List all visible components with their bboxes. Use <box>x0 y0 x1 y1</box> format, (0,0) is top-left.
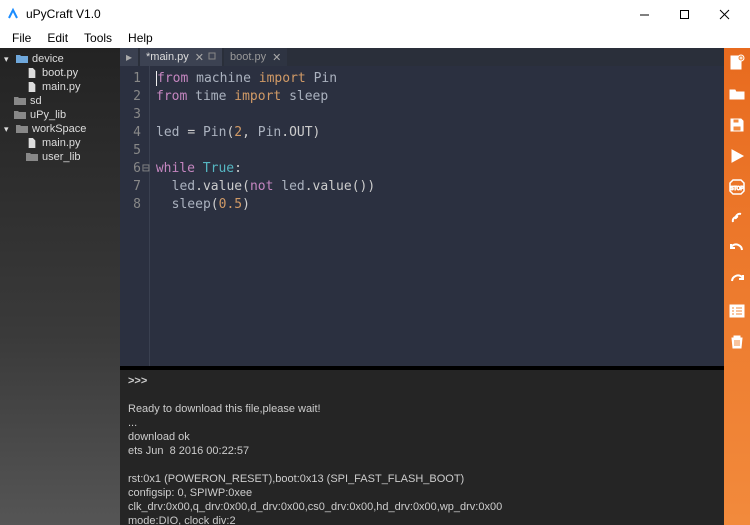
code-line[interactable]: from time import sleep <box>156 88 724 106</box>
code-area[interactable]: from machine import Pinfrom time import … <box>150 66 724 366</box>
console-line: ... <box>128 416 716 430</box>
tree-file-boot[interactable]: boot.py <box>2 66 118 80</box>
console-line: configsip: 0, SPIWP:0xee <box>128 486 716 500</box>
save-button[interactable] <box>726 114 748 136</box>
console-line <box>128 388 716 402</box>
right-toolbar: STOP <box>724 48 750 525</box>
tree-label: main.py <box>42 81 81 93</box>
folder-icon <box>16 54 28 64</box>
close-icon[interactable]: ✕ <box>195 51 204 64</box>
console-line <box>128 458 716 472</box>
console-line: Ready to download this file,please wait! <box>128 402 716 416</box>
folder-icon <box>14 110 26 120</box>
console[interactable]: >>> Ready to download this file,please w… <box>120 370 724 525</box>
code-line[interactable] <box>156 142 724 160</box>
console-line: clk_drv:0x00,q_drv:0x00,d_drv:0x00,cs0_d… <box>128 500 716 514</box>
line-number: 1 <box>120 70 141 88</box>
tree-file-main[interactable]: main.py <box>2 80 118 94</box>
tab-label: boot.py <box>230 51 266 63</box>
line-gutter: 12345678 <box>120 66 150 366</box>
tree-label: boot.py <box>42 67 78 79</box>
undo-button[interactable] <box>726 238 748 260</box>
tab-nav-button[interactable]: ▸ <box>120 48 138 66</box>
titlebar: uPyCraft V1.0 <box>0 0 750 28</box>
menu-edit[interactable]: Edit <box>39 28 76 48</box>
delete-button[interactable] <box>726 331 748 353</box>
tree-label: user_lib <box>42 151 81 163</box>
tree-label: device <box>32 53 64 65</box>
file-icon <box>26 138 38 148</box>
tree-upylib[interactable]: uPy_lib <box>2 108 118 122</box>
console-line: download ok <box>128 430 716 444</box>
close-button[interactable] <box>704 0 744 28</box>
window-title: uPyCraft V1.0 <box>26 7 624 21</box>
menubar: File Edit Tools Help <box>0 28 750 48</box>
line-number: 5 <box>120 142 141 160</box>
tab-bar: ▸ *main.py ✕ boot.py ✕ <box>120 48 724 66</box>
redo-button[interactable] <box>726 269 748 291</box>
folder-icon <box>14 96 26 106</box>
open-folder-button[interactable] <box>726 83 748 105</box>
tab-main[interactable]: *main.py ✕ <box>140 48 222 66</box>
console-line: ets Jun 8 2016 00:22:57 <box>128 444 716 458</box>
code-line[interactable]: led = Pin(2, Pin.OUT) <box>156 124 724 142</box>
connect-button[interactable] <box>726 207 748 229</box>
code-editor[interactable]: 12345678 from machine import Pinfrom tim… <box>120 66 724 366</box>
folder-icon <box>26 152 38 162</box>
console-line: mode:DIO, clock div:2 <box>128 514 716 525</box>
folder-icon <box>16 124 28 134</box>
tree-label: workSpace <box>32 123 86 135</box>
line-number: 4 <box>120 124 141 142</box>
tab-label: *main.py <box>146 51 189 63</box>
code-line[interactable]: led.value(not led.value()) <box>156 178 724 196</box>
tree-label: main.py <box>42 137 81 149</box>
chevron-down-icon: ▾ <box>4 54 12 65</box>
tree-sd[interactable]: sd <box>2 94 118 108</box>
checklist-button[interactable] <box>726 300 748 322</box>
code-line[interactable]: ⊟while True: <box>156 160 724 178</box>
tab-boot[interactable]: boot.py ✕ <box>224 48 287 66</box>
app-icon <box>6 7 20 21</box>
code-line[interactable] <box>156 106 724 124</box>
code-line[interactable]: sleep(0.5) <box>156 196 724 214</box>
line-number: 3 <box>120 106 141 124</box>
menu-tools[interactable]: Tools <box>76 28 120 48</box>
file-icon <box>26 68 38 78</box>
tree-folder-userlib[interactable]: user_lib <box>2 150 118 164</box>
close-icon[interactable]: ✕ <box>272 51 281 64</box>
tree-device[interactable]: ▾ device <box>2 52 118 66</box>
line-number: 7 <box>120 178 141 196</box>
maximize-button[interactable] <box>664 0 704 28</box>
line-number: 6 <box>120 160 141 178</box>
stop-button[interactable]: STOP <box>726 176 748 198</box>
svg-text:STOP: STOP <box>730 186 744 192</box>
tree-label: uPy_lib <box>30 109 66 121</box>
editor-column: ▸ *main.py ✕ boot.py ✕ 12345678 from mac… <box>120 48 724 525</box>
file-icon <box>26 82 38 92</box>
tree-workspace[interactable]: ▾ workSpace <box>2 122 118 136</box>
window-buttons <box>624 0 744 28</box>
fold-icon[interactable]: ⊟ <box>142 161 150 176</box>
new-file-button[interactable] <box>726 52 748 74</box>
code-line[interactable]: from machine import Pin <box>156 70 724 88</box>
chevron-down-icon: ▾ <box>4 124 12 135</box>
file-tree: ▾ device boot.py main.py sd uPy_lib ▾ wo… <box>0 48 120 525</box>
minimize-button[interactable] <box>624 0 664 28</box>
menu-file[interactable]: File <box>4 28 39 48</box>
console-prompt: >>> <box>128 374 716 388</box>
tab-marker <box>208 51 216 63</box>
console-line: rst:0x1 (POWERON_RESET),boot:0x13 (SPI_F… <box>128 472 716 486</box>
menu-help[interactable]: Help <box>120 28 161 48</box>
line-number: 8 <box>120 196 141 214</box>
run-button[interactable] <box>726 145 748 167</box>
line-number: 2 <box>120 88 141 106</box>
tree-label: sd <box>30 95 42 107</box>
tree-file-ws-main[interactable]: main.py <box>2 136 118 150</box>
